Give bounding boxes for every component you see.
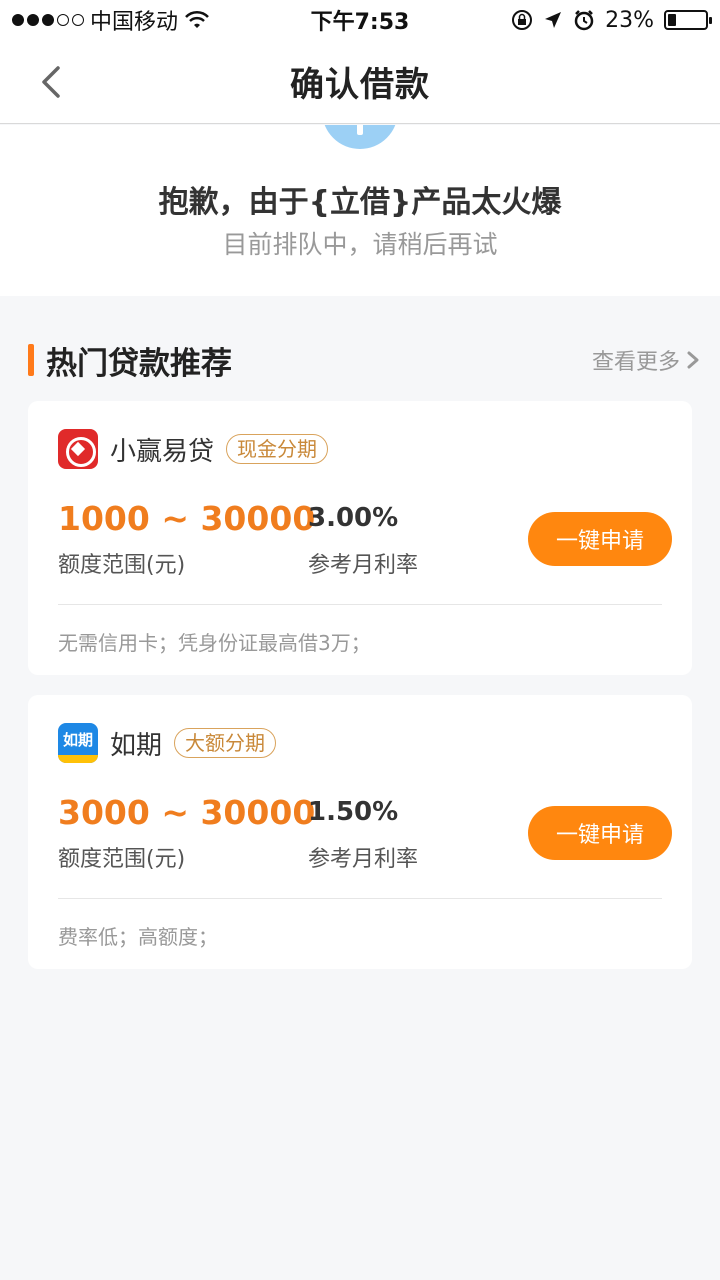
alarm-icon [574,10,594,31]
monthly-rate-label: 参考月利率 [308,847,419,872]
amount-range-label: 额度范围(元) [58,847,186,872]
page: 中国移动 下午7:53 23% 确认借款 抱歉，由于{立借}产品太火爆 目前排队… [0,0,720,1280]
loan-tag: 现金分期 [226,434,329,464]
loan-card[interactable]: 如期 如期 大额分期 3000 ~ 30000 额度范围(元) 1.50% 参考… [28,695,692,969]
loan-tag: 大额分期 [174,728,277,758]
carrier-name: 中国移动 [90,10,179,35]
battery-percent: 23% [605,7,654,33]
chevron-right-icon [687,351,699,369]
loan-description: 费率低；高额度； [58,925,218,949]
monthly-rate: 3.00% [308,503,399,533]
notice-panel: 抱歉，由于{立借}产品太火爆 目前排队中，请稍后再试 [0,125,720,296]
xiaoying-logo-icon [58,429,98,469]
amount-range-label: 额度范围(元) [58,553,186,578]
page-title: 确认借款 [290,65,430,105]
apply-button[interactable]: 一键申请 [528,806,672,860]
card-divider [58,898,662,899]
section-header: 热门贷款推荐 查看更多 [28,336,700,384]
loan-card[interactable]: 小赢易贷 现金分期 1000 ~ 30000 额度范围(元) 3.00% 参考月… [28,401,692,675]
loan-amount-range: 3000 ~ 30000 [58,793,316,832]
apply-button[interactable]: 一键申请 [528,512,672,566]
monthly-rate: 1.50% [308,797,399,827]
battery-icon [664,10,712,30]
loan-description: 无需信用卡；凭身份证最高借3万； [58,631,371,655]
back-chevron-icon[interactable] [36,62,66,102]
loan-amount-range: 1000 ~ 30000 [58,499,316,538]
view-more-link[interactable]: 查看更多 [592,344,700,376]
signal-strength-icon [12,14,84,26]
wifi-icon [185,10,209,28]
section-accent-bar [28,344,34,376]
loan-name: 如期 [110,730,163,761]
ruqi-logo-text: 如期 [62,731,93,749]
section-title: 热门贷款推荐 [46,345,232,382]
rotation-lock-icon [512,10,533,30]
monthly-rate-label: 参考月利率 [308,553,419,578]
notice-title: 抱歉，由于{立借}产品太火爆 [158,185,562,220]
view-more-label: 查看更多 [591,350,680,375]
ruqi-logo-icon: 如期 [58,723,98,763]
location-arrow-icon [545,12,562,28]
loan-name: 小赢易贷 [110,436,215,467]
card-divider [58,604,662,605]
notice-subtitle: 目前排队中，请稍后再试 [222,230,498,259]
navigation-bar: 确认借款 [0,40,720,124]
info-icon [322,125,398,149]
status-bar: 中国移动 下午7:53 23% [0,0,720,40]
